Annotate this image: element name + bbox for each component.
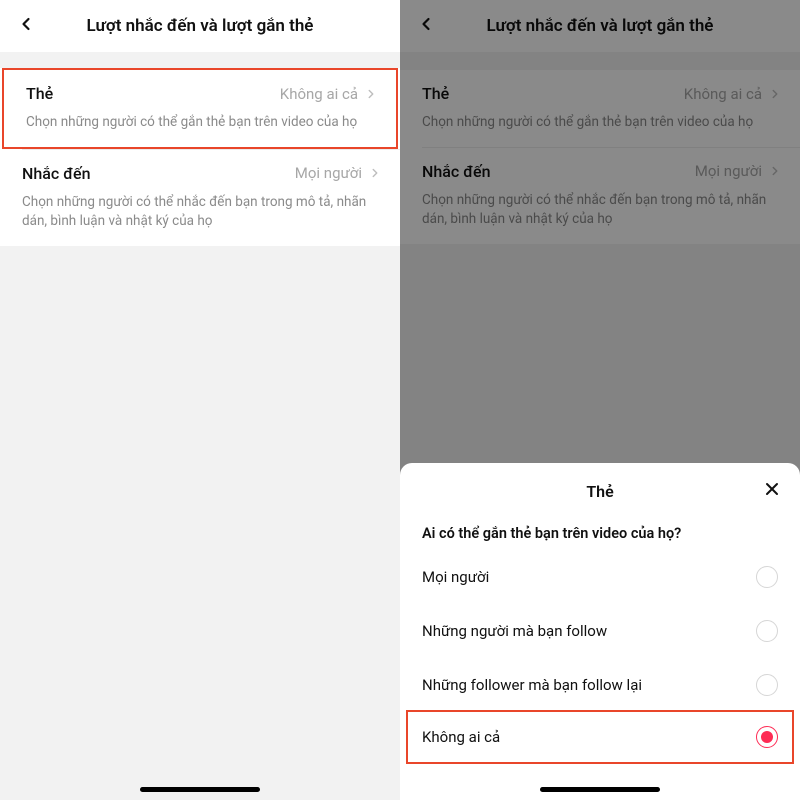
close-icon <box>762 479 782 503</box>
phone-left: Lượt nhắc đến và lượt gắn thẻ Thẻ Không … <box>0 0 400 800</box>
setting-row-mention-value-wrap: Mọi người <box>295 164 382 182</box>
setting-row-tag-top[interactable]: Thẻ Không ai cả <box>26 84 378 103</box>
phone-right: Lượt nhắc đến và lượt gắn thẻ Thẻ Không … <box>400 0 800 800</box>
radio-icon <box>756 620 778 642</box>
radio-icon <box>756 566 778 588</box>
chevron-left-icon <box>16 14 36 38</box>
chevron-right-icon <box>368 166 382 180</box>
option-label: Không ai cả <box>422 728 500 746</box>
option-everyone[interactable]: Mọi người <box>400 550 800 604</box>
setting-row-tag-value: Không ai cả <box>280 85 358 103</box>
setting-row-tag-label: Thẻ <box>26 84 53 103</box>
bottom-sheet: Thẻ Ai có thể gắn thẻ bạn trên video của… <box>400 463 800 800</box>
close-button[interactable] <box>758 477 786 505</box>
home-indicator[interactable] <box>140 787 260 792</box>
chevron-right-icon <box>364 87 378 101</box>
setting-row-tag-value-wrap: Không ai cả <box>280 85 378 103</box>
setting-row-mention[interactable]: Nhắc đến Mọi người Chọn những người có t… <box>0 150 400 246</box>
option-label: Những follower mà bạn follow lại <box>422 676 642 694</box>
option-following[interactable]: Những người mà bạn follow <box>400 604 800 658</box>
page-title: Lượt nhắc đến và lượt gắn thẻ <box>0 16 400 36</box>
option-noone[interactable]: Không ai cả <box>406 710 794 764</box>
setting-row-mention-value: Mọi người <box>295 164 362 182</box>
option-followers-back[interactable]: Những follower mà bạn follow lại <box>400 658 800 712</box>
home-indicator[interactable] <box>540 787 660 792</box>
header: Lượt nhắc đến và lượt gắn thẻ <box>0 0 400 52</box>
back-button[interactable] <box>0 0 52 52</box>
sheet-header: Thẻ <box>400 463 800 519</box>
setting-row-tag[interactable]: Thẻ Không ai cả Chọn những người có thể … <box>2 68 398 149</box>
setting-row-mention-desc: Chọn những người có thể nhắc đến bạn tro… <box>22 193 382 232</box>
setting-row-tag-desc: Chọn những người có thể gắn thẻ bạn trên… <box>26 113 378 133</box>
radio-icon <box>756 674 778 696</box>
sheet-title: Thẻ <box>586 482 613 501</box>
setting-row-mention-top[interactable]: Nhắc đến Mọi người <box>22 164 382 183</box>
setting-row-mention-label: Nhắc đến <box>22 164 91 183</box>
option-label: Những người mà bạn follow <box>422 622 607 640</box>
settings-group: Thẻ Không ai cả Chọn những người có thể … <box>0 68 400 246</box>
sheet-question: Ai có thể gắn thẻ bạn trên video của họ? <box>400 519 800 550</box>
radio-selected-icon <box>756 726 778 748</box>
option-label: Mọi người <box>422 568 489 586</box>
